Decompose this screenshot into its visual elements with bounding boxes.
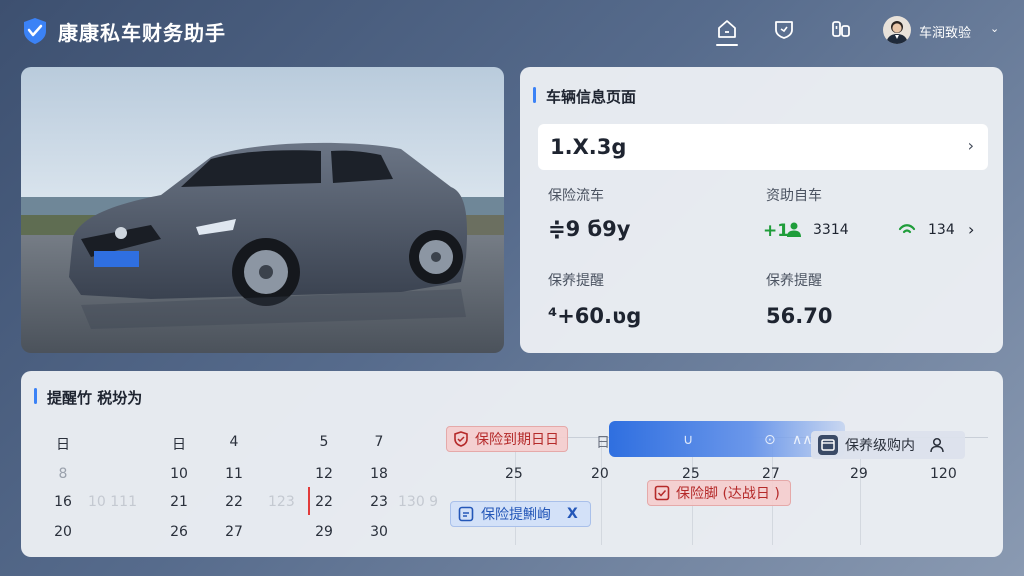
stat-value-maintenance-2: 56.70: [766, 304, 833, 328]
calendar-day[interactable]: 20: [43, 524, 83, 540]
close-icon[interactable]: X: [567, 506, 578, 522]
vehicle-photo: [21, 67, 504, 353]
timeline-label: 29: [850, 466, 868, 482]
shield-icon: [454, 431, 468, 447]
user-avatar-icon: [886, 21, 908, 44]
calendar-header-cell: 日: [172, 437, 186, 453]
calendar-day[interactable]: 18: [359, 466, 399, 482]
stat-value-trend: 134: [928, 222, 955, 238]
timeline-label: 120: [930, 466, 957, 482]
stat-label-funding: 资助自车: [766, 188, 822, 204]
app-title: 康康私车财务助手: [58, 21, 226, 45]
chevron-down-icon[interactable]: ⌄: [990, 22, 999, 35]
vehicle-info-panel: 车辆信息页面 1.X.3g › 保险流车 ≑9 б9y 资助自车 +1 3314…: [520, 67, 1003, 353]
event-insurance-due[interactable]: 保险到期日日: [446, 426, 568, 452]
stat-value-insurance: ≑9 б9y: [548, 217, 631, 241]
shield-logo-icon: [24, 18, 46, 44]
section-accent-bar: [533, 87, 536, 103]
stat-label-maintenance-2: 保养提醒: [766, 273, 822, 289]
event-maintenance-in[interactable]: 保养级购内: [811, 431, 965, 459]
calendar-day[interactable]: 11: [214, 466, 254, 482]
calendar-day[interactable]: 16: [43, 494, 83, 510]
checkbox-icon: [654, 485, 670, 501]
calendar-day-today[interactable]: 22: [304, 494, 344, 510]
calendar-day[interactable]: 10: [159, 466, 199, 482]
active-nav-indicator: [716, 44, 738, 46]
stat-chevron-right-icon[interactable]: ›: [968, 220, 974, 239]
calendar-day[interactable]: 30: [359, 524, 399, 540]
trend-signal-icon: [898, 224, 916, 234]
stat-label-insurance: 保险流车: [548, 188, 604, 204]
vehicle-info-title: 车辆信息页面: [546, 88, 637, 106]
chevron-right-icon[interactable]: ›: [968, 136, 974, 155]
calendar-day[interactable]: 29: [304, 524, 344, 540]
clipboard-icon: [458, 506, 474, 522]
section-accent-bar: [34, 388, 37, 404]
shield-icon[interactable]: [773, 18, 795, 40]
calendar-day[interactable]: 27: [214, 524, 254, 540]
calendar-faded-days: 123: [268, 494, 295, 510]
timeline-bar-glyph: ∧∧: [792, 432, 813, 448]
event-insurance-reminder[interactable]: 保险提鯏峋 X: [450, 501, 591, 527]
reminder-title: 提醒竹 税坋为: [47, 389, 143, 407]
calendar-day[interactable]: 26: [159, 524, 199, 540]
event-insurance-period[interactable]: 保险脚 (达战日 ): [647, 480, 791, 506]
timeline-bar-glyph: 日: [596, 435, 610, 451]
calendar-day[interactable]: 23: [359, 494, 399, 510]
calendar-faded-days: 130 9: [398, 494, 439, 510]
event-label: 保养级购内: [845, 438, 915, 454]
timeline-gridline: [515, 440, 516, 545]
person-icon: [787, 222, 801, 237]
app-header: 康康私车财务助手 车润致验 ⌄: [0, 0, 1024, 62]
car-icon[interactable]: [830, 18, 852, 40]
event-label: 保险脚 (达战日 ): [676, 486, 780, 502]
calendar-faded-days: 10 111: [88, 494, 137, 510]
user-name[interactable]: 车润致验: [919, 22, 971, 41]
calendar-header-cell: 4: [229, 434, 239, 450]
user-avatar[interactable]: [883, 16, 911, 44]
calendar-day[interactable]: 8: [43, 466, 83, 482]
calendar-day[interactable]: 12: [304, 466, 344, 482]
calendar-day[interactable]: 22: [214, 494, 254, 510]
stat-label-maintenance: 保养提醒: [548, 273, 604, 289]
calendar-header-cell: 7: [374, 434, 384, 450]
user-icon[interactable]: [929, 437, 945, 453]
car-photo-image: [21, 67, 504, 353]
event-label: 保险到期日日: [475, 432, 559, 448]
calendar-header-cell: 5: [319, 434, 329, 450]
event-label: 保险提鯏峋: [481, 507, 551, 523]
timeline-bar-glyph: ⊙: [764, 432, 776, 448]
stat-value-funding: 3314: [813, 222, 849, 238]
timeline-gridline: [601, 440, 602, 545]
home-icon[interactable]: [716, 18, 738, 40]
calendar-day[interactable]: 21: [159, 494, 199, 510]
vehicle-plate-row[interactable]: 1.X.3g ›: [538, 124, 988, 170]
timeline-label: 20: [591, 466, 609, 482]
timeline-label: 25: [505, 466, 523, 482]
calendar-header-cell: 日: [56, 437, 70, 453]
stat-value-maintenance: ⁴+6ט.0g: [548, 304, 642, 328]
timeline-bar-glyph: ∪: [683, 432, 694, 448]
calendar-icon: [818, 435, 838, 455]
vehicle-plate-value: 1.X.3g: [550, 135, 627, 159]
